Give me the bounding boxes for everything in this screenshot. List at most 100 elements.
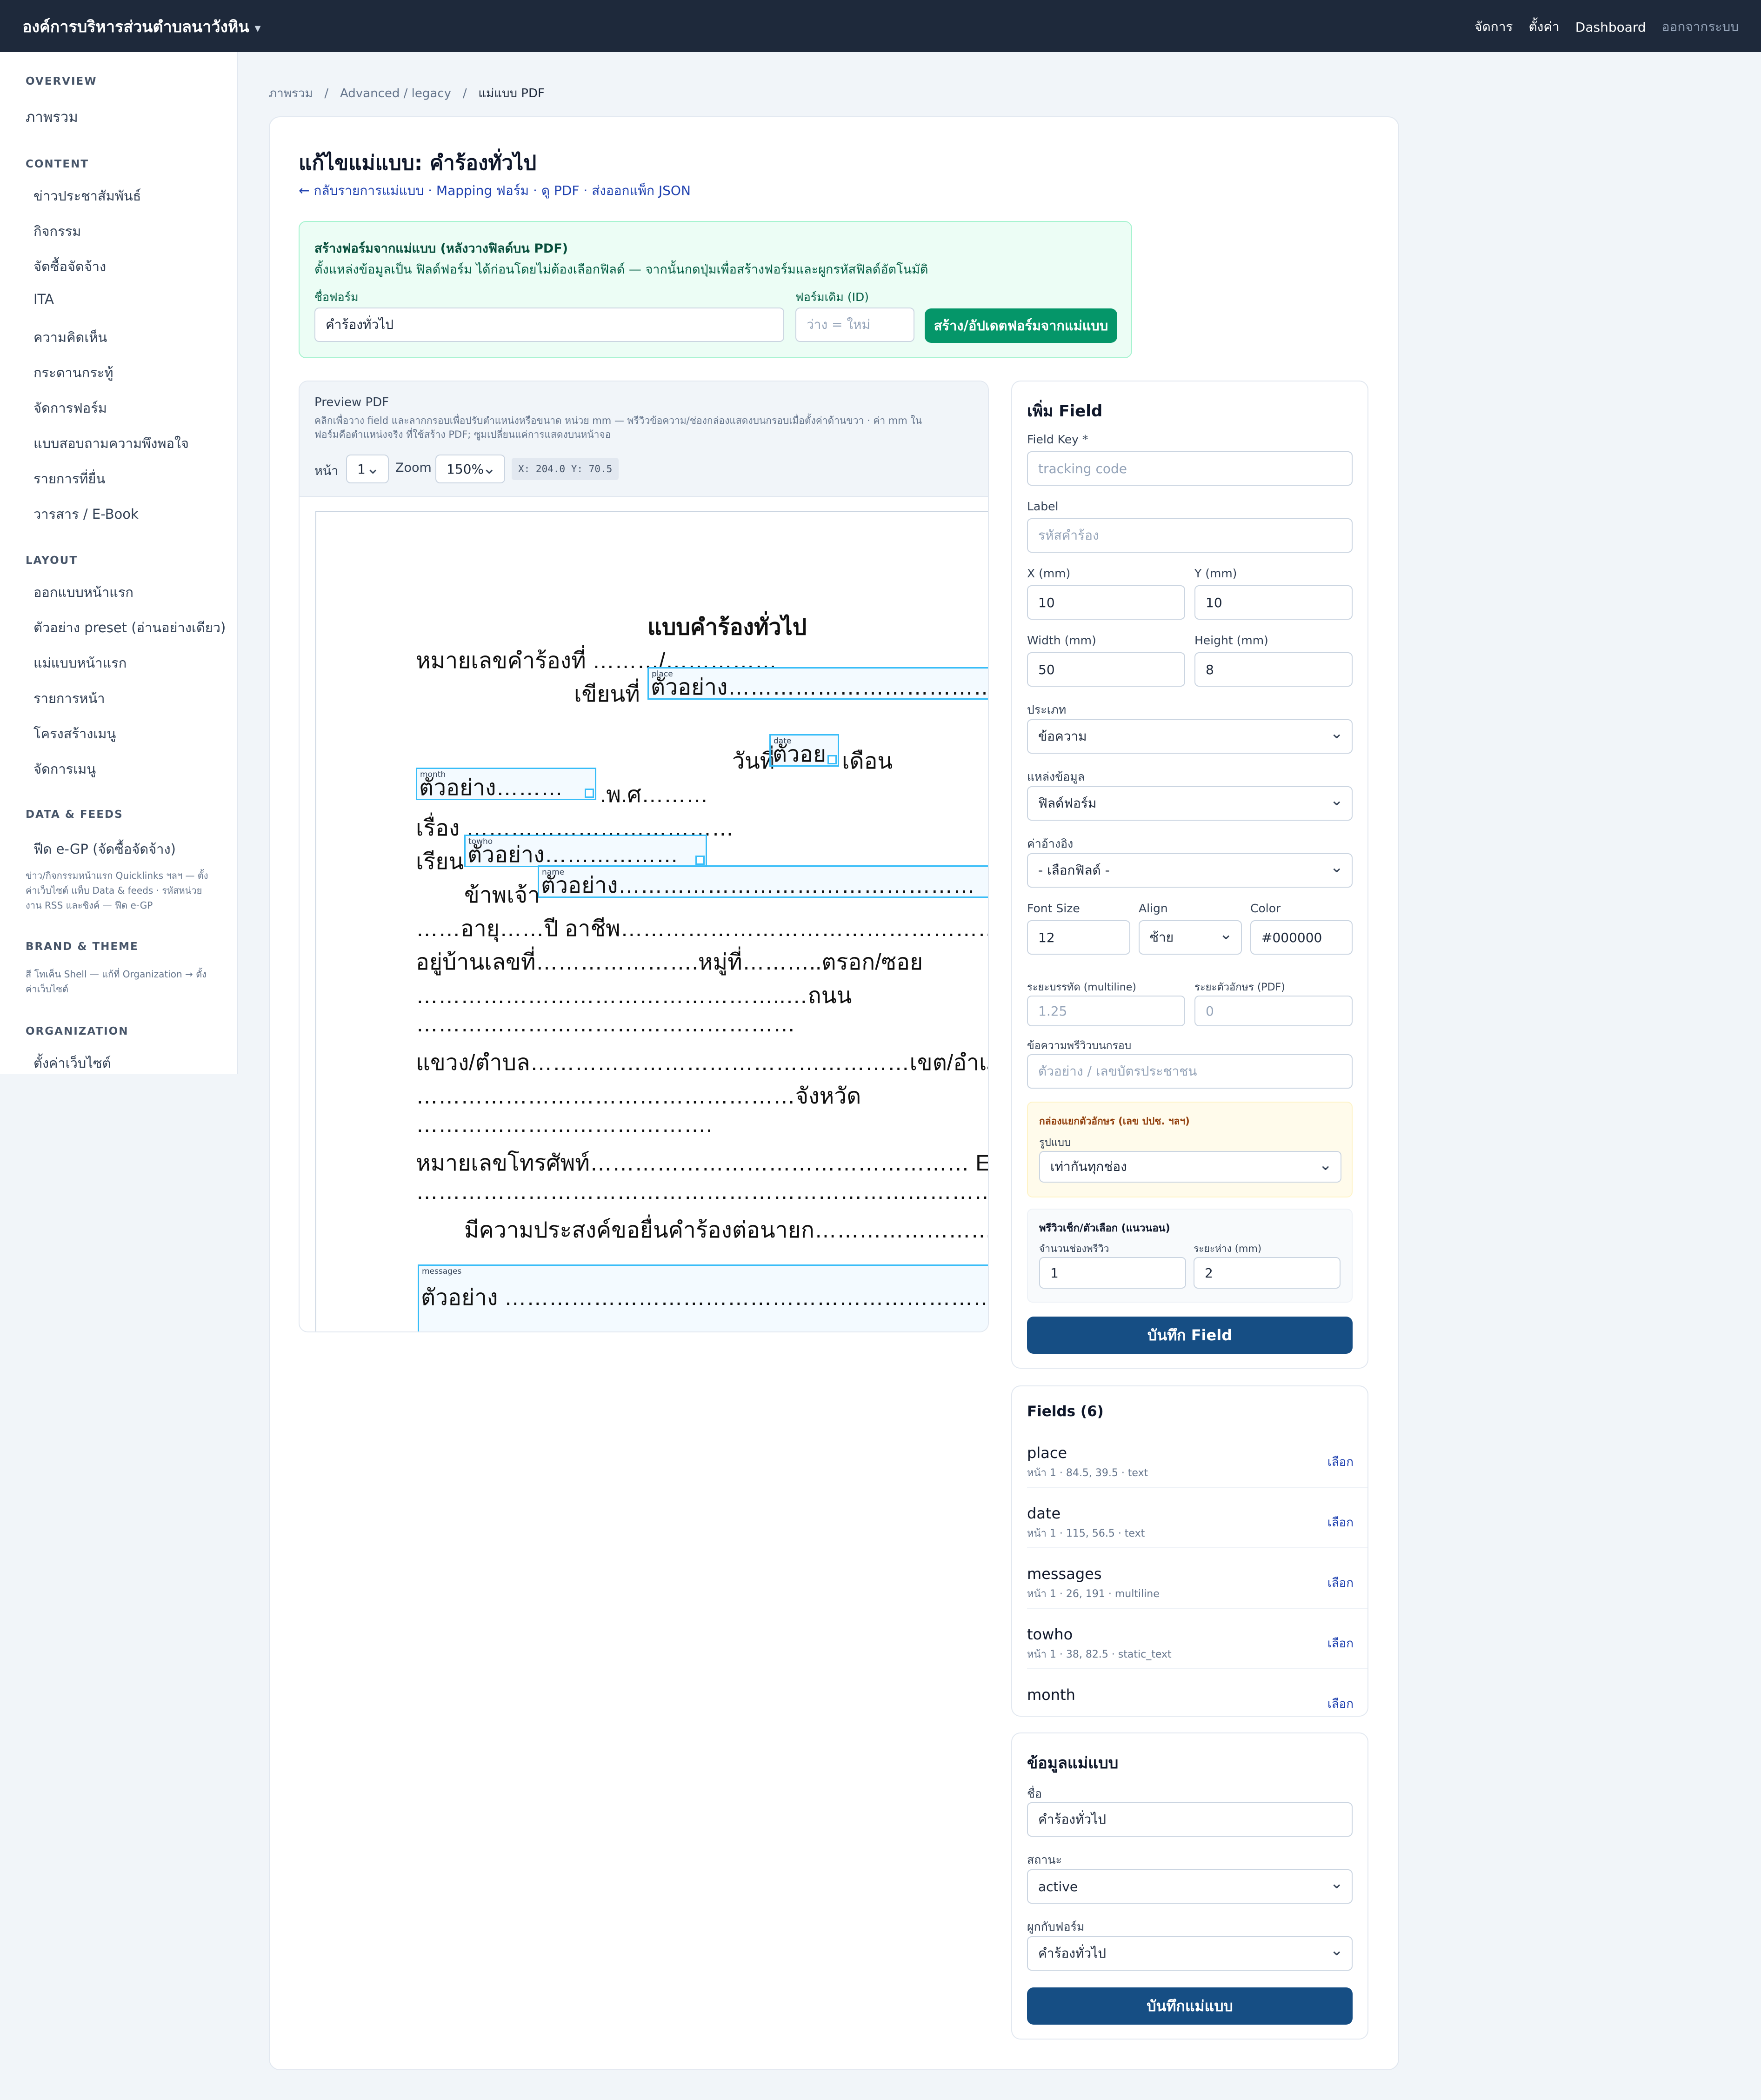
status-select[interactable]: active: [1027, 1869, 1353, 1904]
form-id-input[interactable]: ว่าง = ใหม่: [795, 308, 914, 342]
y-input[interactable]: 10: [1194, 585, 1353, 620]
doc-line: …………………………………………..…ถนน: [416, 983, 852, 1008]
field-key: place: [1027, 1444, 1067, 1462]
sidebar-section-overview: OVERVIEW: [26, 75, 97, 87]
font-size-label: Font Size: [1027, 902, 1080, 915]
line-height-label: ระยะบรรทัด (multiline): [1027, 982, 1136, 993]
sidebar-item-pages[interactable]: รายการหน้า: [33, 688, 105, 709]
template-name-input[interactable]: คำร้องทั่วไป: [1027, 1802, 1353, 1837]
field-key: towho: [1027, 1625, 1073, 1643]
doc-line: ……อายุ……ปี อาชีพ……………………………………………: [416, 916, 989, 941]
select-field-button[interactable]: เลือก: [1327, 1573, 1354, 1592]
sidebar-item-news[interactable]: ข่าวประชาสัมพันธ์: [33, 185, 141, 207]
sidebar-item-board[interactable]: กระดานกระทู้: [33, 362, 113, 383]
field-key-input[interactable]: tracking code: [1027, 451, 1353, 486]
select-field-button[interactable]: เลือก: [1327, 1513, 1354, 1532]
sidebar-item-overview[interactable]: ภาพรวม: [26, 105, 78, 128]
field-key: messages: [1027, 1565, 1102, 1583]
resize-handle[interactable]: [585, 789, 594, 798]
sidebar-item-forms[interactable]: จัดการฟอร์ม: [33, 397, 107, 419]
zoom-select[interactable]: 150%: [435, 455, 505, 483]
doc-line: เขียนที่: [574, 682, 640, 707]
breadcrumb-sep: /: [324, 87, 329, 100]
letter-spacing-input[interactable]: 0: [1194, 996, 1353, 1026]
top-nav: จัดการ ตั้งค่า Dashboard ออกจากระบบ: [1474, 17, 1739, 37]
page-links[interactable]: ← กลับรายการแม่แบบ · Mapping ฟอร์ม · ดู …: [299, 181, 691, 201]
x-input[interactable]: 10: [1027, 585, 1185, 620]
line-height-input[interactable]: 1.25: [1027, 996, 1185, 1026]
sidebar-item-ebook[interactable]: วารสาร / E-Book: [33, 503, 139, 525]
sidebar-item-submissions[interactable]: รายการที่ยื่น: [33, 468, 105, 489]
sidebar-item-site-settings[interactable]: ตั้งค่าเว็บไซต์: [33, 1052, 111, 1074]
sidebar-item-activities[interactable]: กิจกรรม: [33, 221, 81, 242]
breadcrumb-overview[interactable]: ภาพรวม: [269, 87, 313, 100]
resize-handle[interactable]: [827, 755, 837, 764]
check-gap-input[interactable]: 2: [1194, 1257, 1341, 1289]
list-item: month: [1027, 1686, 1353, 1704]
save-template-button[interactable]: บันทึกแม่แบบ: [1027, 1987, 1353, 2025]
label-label: Label: [1027, 500, 1059, 513]
linked-form-select[interactable]: คำร้องทั่วไป: [1027, 1936, 1353, 1971]
field-overlay-towho[interactable]: towho ตัวอย่าง………………: [464, 835, 707, 867]
field-meta: หน้า 1 · 84.5, 39.5 · text: [1027, 1467, 1148, 1479]
sidebar-item-comments[interactable]: ความคิดเห็น: [33, 327, 107, 348]
sidebar-brand-note: สี โทเค็น Shell — แก้ที่ Organization → …: [26, 969, 207, 995]
select-field-button[interactable]: เลือก: [1327, 1452, 1354, 1471]
sidebar-item-procurement[interactable]: จัดซื้อจัดจ้าง: [33, 256, 106, 277]
preview-text-input[interactable]: ตัวอย่าง / เลขบัตรประชาชน: [1027, 1054, 1353, 1089]
sidebar-item-homepage-templates[interactable]: แม่แบบหน้าแรก: [33, 652, 127, 674]
field-overlay-month[interactable]: month ตัวอย่าง………: [416, 768, 596, 800]
char-split-select[interactable]: เท่ากันทุกช่อง: [1039, 1151, 1341, 1183]
width-input[interactable]: 50: [1027, 652, 1185, 687]
height-input[interactable]: 8: [1194, 652, 1353, 687]
type-select[interactable]: ข้อความ: [1027, 719, 1353, 754]
doc-line: ……………………………………………: [416, 1012, 795, 1037]
doc-line: .พ.ศ………: [600, 782, 708, 807]
ref-select[interactable]: - เลือกฟิลด์ -: [1027, 853, 1353, 888]
template-name-label: ชื่อ: [1027, 1787, 1042, 1800]
logout-link[interactable]: ออกจากระบบ: [1662, 17, 1739, 37]
template-info-card: ข้อมูลแม่แบบ ชื่อ คำร้องทั่วไป สถานะ act…: [1011, 1732, 1368, 2040]
field-key: month: [1027, 1686, 1075, 1704]
color-input[interactable]: #000000: [1250, 920, 1353, 955]
create-form-button[interactable]: สร้าง/อัปเดตฟอร์มจากแม่แบบ: [925, 308, 1117, 343]
field-overlay-sample: ตัวอย: [773, 742, 827, 767]
select-field-button[interactable]: เลือก: [1327, 1634, 1354, 1653]
nav-manage[interactable]: จัดการ: [1474, 17, 1513, 37]
doc-line: มีความประสงค์ขอยื่นคำร้องต่อนายก………………………: [464, 1218, 989, 1243]
sidebar-item-ita[interactable]: ITA: [33, 291, 54, 307]
sidebar-item-egp-feed[interactable]: ฟีด e-GP (จัดซื้อจัดจ้าง): [33, 838, 176, 860]
align-select[interactable]: ซ้าย: [1139, 920, 1242, 955]
list-item: place หน้า 1 · 84.5, 39.5 · text: [1027, 1444, 1353, 1481]
source-select[interactable]: ฟิลด์ฟอร์ม: [1027, 786, 1353, 821]
sidebar-item-survey[interactable]: แบบสอบถามความพึงพอใจ: [33, 433, 189, 454]
char-split-box: กล่องแยกตัวอักษร (เลข ปปช. ฯลฯ) รูปแบบ เ…: [1027, 1102, 1353, 1197]
sidebar-item-menu-manage[interactable]: จัดการเมนู: [33, 758, 96, 780]
breadcrumb-sep: /: [462, 87, 467, 100]
site-brand[interactable]: องค์การบริหารส่วนตำบลนาวังหิน ▾: [22, 14, 261, 39]
sidebar-section-layout: LAYOUT: [26, 555, 78, 567]
field-overlay-place[interactable]: place ตัวอย่าง……………………………………………: [647, 667, 988, 700]
label-input[interactable]: รหัสคำร้อง: [1027, 518, 1353, 553]
create-form-title: สร้างฟอร์มจากแม่แบบ (หลังวางฟิลด์บน PDF): [314, 241, 568, 256]
nav-dashboard[interactable]: Dashboard: [1575, 20, 1646, 35]
sidebar-item-homepage-design[interactable]: ออกแบบหน้าแรก: [33, 582, 133, 603]
page-select[interactable]: 1: [346, 455, 389, 483]
pdf-canvas[interactable]: แบบคำร้องทั่วไป หมายเลขคำร้องที่ ………/…………: [315, 511, 989, 1331]
field-overlay-date[interactable]: date ตัวอย: [769, 734, 839, 767]
select-field-button[interactable]: เลือก: [1327, 1694, 1354, 1713]
breadcrumb-advanced[interactable]: Advanced / legacy: [340, 87, 451, 100]
field-overlay-messages[interactable]: messages ตัวอย่าง ……………………………………………………………: [418, 1264, 988, 1331]
sidebar-item-menu-structure[interactable]: โครงสร้างเมนู: [33, 723, 116, 744]
create-form-panel: สร้างฟอร์มจากแม่แบบ (หลังวางฟิลด์บน PDF)…: [299, 221, 1132, 358]
sidebar-item-preset[interactable]: ตัวอย่าง preset (อ่านอย่างเดียว): [33, 617, 226, 638]
check-count-input[interactable]: 1: [1039, 1257, 1186, 1289]
field-overlay-name[interactable]: name ตัวอย่าง…………………………………………: [538, 865, 988, 898]
save-field-button[interactable]: บันทึก Field: [1027, 1317, 1353, 1354]
doc-line: ……………………………………………………………………………………: [416, 1179, 988, 1204]
resize-handle[interactable]: [695, 856, 705, 865]
form-name-input[interactable]: คำร้องทั่วไป: [314, 308, 784, 342]
font-size-input[interactable]: 12: [1027, 920, 1130, 955]
field-key: date: [1027, 1505, 1061, 1522]
nav-settings[interactable]: ตั้งค่า: [1528, 17, 1559, 37]
